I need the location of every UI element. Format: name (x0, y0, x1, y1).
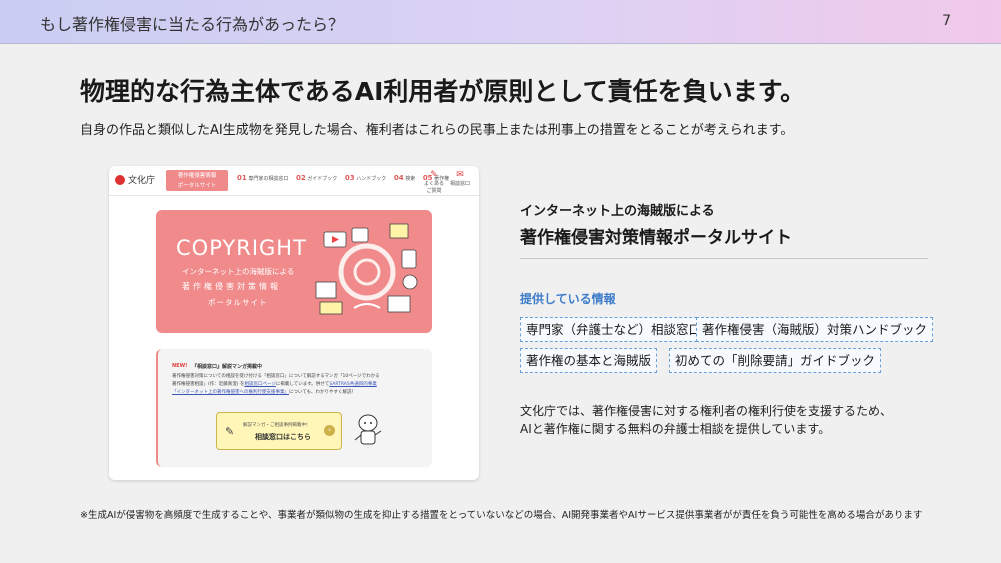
button-caption: 解説マンガ・ご相談事例掲載中! (243, 423, 308, 428)
tag-expert-consultation: 専門家（弁護士など）相談窓口 (520, 317, 708, 342)
hero-line-2: 著作権侵害対策情報 (182, 282, 281, 291)
portal-site-screenshot: 文化庁 著作権侵害情報 ポータルサイト 01 専門家の相談窓口 02 ガイドブッ… (109, 166, 479, 480)
news-body: 著作権侵害対策についての相談を受け付ける「相談窓口」について解説するマンガ「10… (172, 373, 422, 397)
portal-description: 文化庁では、著作権侵害に対する権利者の権利行使を支援するため、AIと著作権に関す… (520, 404, 893, 436)
portal-badge-line2: ポータルサイト (177, 183, 217, 189)
agency-logo-text: 文化庁 (128, 176, 156, 186)
contact-icon: ✉ (456, 170, 464, 180)
tag-copyright-basics: 著作権の基本と海賊版 (520, 348, 658, 373)
portal-kicker: インターネット上の海賊版による (520, 204, 715, 219)
nav-label: 専門家の相談窓口 (248, 176, 289, 182)
nav-link-4: 04 検索 (393, 174, 416, 182)
site-nav-bar: 文化庁 著作権侵害情報 ポータルサイト 01 専門家の相談窓口 02 ガイドブッ… (109, 166, 479, 196)
portal-hero-banner: COPYRIGHT インターネット上の海賊版による 著作権侵害対策情報 ポータル… (156, 210, 432, 333)
nav-num: 02 (295, 174, 306, 182)
news-headline: 『相談窓口』解説マンガ掲載中 (192, 364, 263, 370)
slide-header: もし著作権侵害に当たる行為があったら？ 7 (0, 0, 1001, 44)
hero-line-1: インターネット上の海賊版による (182, 267, 295, 276)
sartras-link[interactable]: SARTRAS共通目的事業 (329, 382, 376, 387)
consult-page-link[interactable]: 相談窓口ページ (244, 382, 275, 387)
tag-takedown-guidebook: 初めての「削除要請」ガイドブック (669, 348, 882, 373)
chevron-right-icon: › (324, 425, 335, 436)
nav-label: ハンドブック (356, 176, 387, 182)
subtitle: 自身の作品と類似したAI生成物を発見した場合、権利者はこれらの民事上または刑事上… (80, 123, 794, 138)
hero-title: COPYRIGHT (176, 236, 307, 260)
footnote: ※生成AIが侵害物を高頻度で生成することや、事業者が類似物の生成を抑止する措置を… (80, 510, 923, 521)
tag-countermeasure-handbook: 著作権侵害（海賊版）対策ハンドブック (696, 317, 934, 342)
nav-num: 04 (393, 174, 404, 182)
faq-icon: ✎ (430, 170, 438, 180)
support-program-link[interactable]: 「インターネット上の著作権侵害への権利行使支援事業」 (172, 390, 289, 395)
contact-link: ✉ 相談窓口 (449, 170, 471, 187)
divider (520, 258, 928, 259)
faq-link: ✎ よくあるご質問 (423, 170, 445, 194)
nav-link-1: 01 専門家の相談窓口 (237, 174, 289, 182)
nav-num: 01 (237, 174, 247, 182)
mascot-icon (354, 414, 382, 445)
news-body-2: 著作権侵害相談」(作：近藤真澄) を (172, 382, 245, 387)
consult-window-button[interactable]: ✎ 解説マンガ・ご相談事例掲載中! 相談窓口はこちら › (216, 412, 342, 450)
section-label: 提供している情報 (520, 292, 616, 306)
nav-label: 検索 (405, 176, 416, 182)
button-label: 相談窓口はこちら (255, 433, 311, 441)
news-tag: NEW! (172, 363, 188, 369)
header-title: もし著作権侵害に当たる行為があったら？ (40, 15, 345, 34)
news-panel: NEW! 『相談窓口』解説マンガ掲載中 著作権侵害対策についての相談を受け付ける… (156, 349, 432, 467)
news-body-1: 著作権侵害対策についての相談を受け付ける「相談窓口」について解説するマンガ「10… (172, 374, 380, 379)
nav-link-3: 03 ハンドブック (344, 174, 387, 182)
nav-label: ガイドブック (307, 176, 338, 182)
page-number: 7 (942, 13, 951, 29)
news-body-3: に掲載しています。併せて (275, 382, 330, 387)
pencil-icon: ✎ (225, 425, 235, 438)
contact-label: 相談窓口 (449, 181, 470, 187)
hero-line-3: ポータルサイト (208, 298, 268, 307)
faq-label: よくあるご質問 (423, 181, 444, 194)
portal-title: 著作権侵害対策情報ポータルサイト (520, 228, 792, 248)
nav-link-2: 02 ガイドブック (295, 174, 338, 182)
news-body-5: についても、わかりやすく解説！ (289, 390, 357, 395)
agency-logo-icon (115, 175, 125, 185)
portal-badge: 著作権侵害情報 ポータルサイト (166, 170, 228, 191)
media-illustration-icon (315, 223, 418, 315)
nav-num: 03 (344, 174, 355, 182)
portal-badge-line1: 著作権侵害情報 (177, 173, 217, 179)
main-title: 物理的な行為主体であるAI利用者が原則として責任を負います。 (80, 77, 806, 106)
